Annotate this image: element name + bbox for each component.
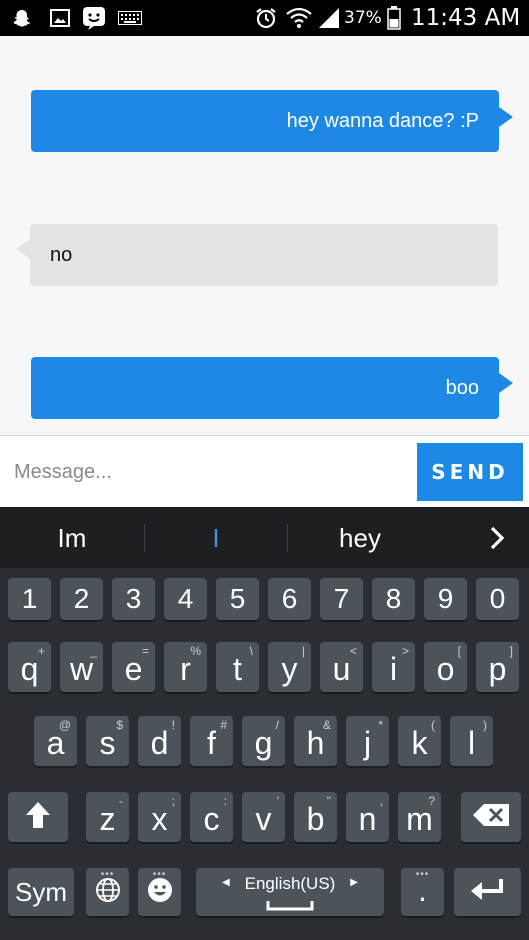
message-bubble-incoming[interactable]: no	[30, 224, 498, 286]
key-i[interactable]: > i	[372, 642, 415, 692]
suggestion-item[interactable]: Im	[0, 507, 144, 568]
key-f[interactable]: # f	[190, 716, 233, 766]
message-text: hey wanna dance? :P	[286, 109, 479, 132]
gallery-icon	[47, 0, 73, 36]
key-5[interactable]: 5	[216, 578, 259, 620]
key-v[interactable]: ' v	[242, 792, 285, 842]
suggestion-item[interactable]: I	[145, 507, 287, 568]
space-key[interactable]: ◀ English(US) ▶	[196, 868, 384, 916]
key-8[interactable]: 8	[372, 578, 415, 620]
messenger-icon	[80, 0, 108, 36]
message-text: boo	[445, 376, 479, 399]
signal-icon	[316, 0, 342, 36]
key-9[interactable]: 9	[424, 578, 467, 620]
key-r[interactable]: % r	[164, 642, 207, 692]
suggestion-item[interactable]: hey	[288, 507, 432, 568]
shift-icon	[24, 800, 52, 835]
key-n[interactable]: ,n	[346, 792, 389, 842]
shift-key[interactable]	[8, 792, 68, 842]
key-b[interactable]: " b	[294, 792, 337, 842]
more-dots: •••	[100, 869, 115, 880]
keyboard-icon	[116, 0, 144, 36]
key-c[interactable]: :c	[190, 792, 233, 842]
sym-key[interactable]: Sym	[8, 868, 74, 916]
space-icon	[266, 898, 314, 916]
period-key[interactable]: ••• .	[401, 868, 444, 916]
key-x[interactable]: ; x	[138, 792, 181, 842]
clock: 11:43 AM	[411, 5, 521, 31]
message-input[interactable]	[0, 436, 410, 508]
key-z[interactable]: -z	[86, 792, 129, 842]
alarm-icon	[252, 0, 280, 36]
language-key[interactable]: •••	[86, 868, 129, 916]
bubble-tail	[499, 373, 513, 393]
message-bubble-outgoing[interactable]: hey wanna dance? :P	[31, 90, 499, 152]
key-7[interactable]: 7	[320, 578, 363, 620]
enter-icon	[469, 877, 507, 908]
key-4[interactable]: 4	[164, 578, 207, 620]
key-3[interactable]: 3	[112, 578, 155, 620]
key-m[interactable]: ? m	[398, 792, 441, 842]
backspace-key[interactable]	[461, 792, 521, 842]
key-y[interactable]: | y	[268, 642, 311, 692]
key-o[interactable]: [o	[424, 642, 467, 692]
key-p[interactable]: ] p	[476, 642, 519, 692]
emoji-icon	[146, 876, 174, 909]
key-d[interactable]: ! d	[138, 716, 181, 766]
key-t[interactable]: \ t	[216, 642, 259, 692]
suggestion-bar: Im I hey	[0, 507, 529, 568]
message-text: no	[50, 243, 73, 266]
composer-bar: SEND	[0, 435, 529, 508]
battery-percent: 37%	[344, 8, 382, 28]
key-h[interactable]: & h	[294, 716, 337, 766]
key-k[interactable]: (k	[398, 716, 441, 766]
key-s[interactable]: $ s	[86, 716, 129, 766]
snapchat-icon	[8, 0, 36, 36]
key-0[interactable]: 0	[476, 578, 519, 620]
key-6[interactable]: 6	[268, 578, 311, 620]
conversation[interactable]: hey wanna dance? :P no boo	[0, 36, 529, 436]
key-g[interactable]: / g	[242, 716, 285, 766]
backspace-icon	[472, 803, 510, 832]
keyboard: 1 2 3 4 5 6 7 8 9 0 + q _ w = e % r \ t | y < u…	[0, 568, 529, 940]
enter-key[interactable]	[454, 868, 521, 916]
chevron-right-icon[interactable]	[483, 524, 511, 556]
emoji-key[interactable]: •••	[138, 868, 181, 916]
key-2[interactable]: 2	[60, 578, 103, 620]
more-dots: •••	[152, 869, 167, 880]
key-w[interactable]: _ w	[60, 642, 103, 692]
bubble-tail	[16, 239, 30, 259]
key-l[interactable]: ) l	[450, 716, 493, 766]
wifi-icon	[285, 0, 313, 36]
send-button[interactable]: SEND	[417, 443, 523, 501]
battery-icon	[384, 0, 404, 36]
arrow-right-icon: ▶	[350, 877, 358, 888]
key-u[interactable]: < u	[320, 642, 363, 692]
key-a[interactable]: @ a	[34, 716, 77, 766]
key-j[interactable]: * j	[346, 716, 389, 766]
key-1[interactable]: 1	[8, 578, 51, 620]
globe-icon	[94, 876, 122, 909]
status-bar: 37% 11:43 AM	[0, 0, 529, 36]
key-q[interactable]: + q	[8, 642, 51, 692]
key-e[interactable]: = e	[112, 642, 155, 692]
bubble-tail	[499, 107, 513, 127]
message-bubble-outgoing[interactable]: boo	[31, 357, 499, 419]
